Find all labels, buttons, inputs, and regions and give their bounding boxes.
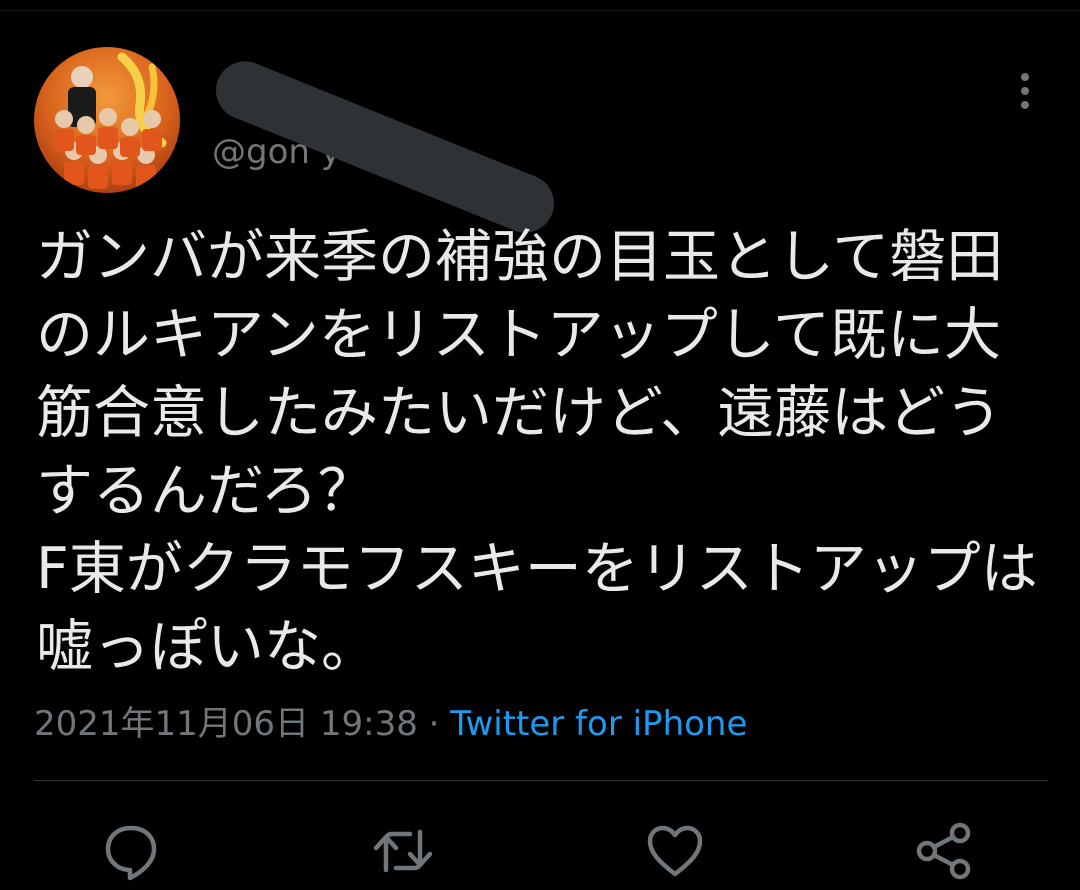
tweet-detail: @gon yone ガンバが来季の補強の目玉として磐田のルキアンをリストアップし…	[0, 0, 1080, 890]
more-vertical-icon[interactable]	[1008, 70, 1042, 112]
tweet-source-link[interactable]: Twitter for iPhone	[450, 704, 747, 744]
share-icon[interactable]	[914, 820, 976, 882]
retweet-icon[interactable]	[372, 820, 434, 882]
avatar[interactable]	[34, 47, 180, 193]
actions-divider	[34, 780, 1048, 781]
tweet-timestamp[interactable]: 2021年11月06日 19:38	[34, 704, 418, 744]
tweet-text: ガンバが来季の補強の目玉として磐田のルキアンをリストアップして既に大筋合意したみ…	[36, 224, 1038, 680]
reply-bubble-icon[interactable]	[100, 820, 162, 882]
meta-separator: ·	[417, 704, 451, 744]
tweet-metadata: 2021年11月06日 19:38 · Twitter for iPhone	[34, 700, 747, 748]
heart-icon[interactable]	[644, 820, 706, 882]
top-divider	[0, 10, 1080, 11]
